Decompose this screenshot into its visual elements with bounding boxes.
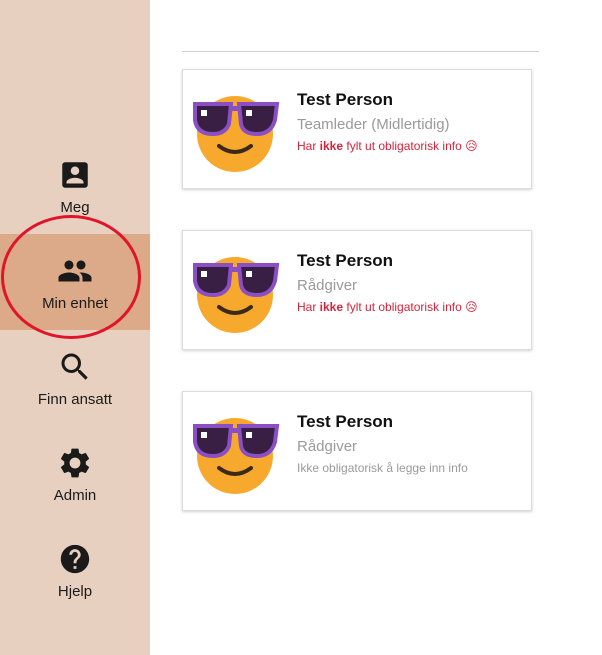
person-name: Test Person — [297, 412, 394, 431]
person-name: Test Person — [297, 251, 394, 270]
nav-label: Hjelp — [57, 582, 93, 600]
nav-item-meg[interactable]: Meg — [0, 138, 150, 234]
person-card[interactable]: Test Person Teamleder (Midlertidig) Har … — [182, 69, 532, 189]
nav-item-hjelp[interactable]: Hjelp — [0, 522, 150, 618]
person-role: Rådgiver — [297, 438, 358, 455]
nav-item-admin[interactable]: Admin — [0, 426, 150, 522]
search-icon — [57, 349, 93, 385]
nav-item-min-enhet[interactable]: Min enhet — [0, 234, 150, 330]
status-text: Har ikke fylt ut obligatorisk info 😥 — [297, 139, 478, 153]
sunglasses-emoji-avatar — [191, 82, 281, 172]
nav-item-finn-ansatt[interactable]: Finn ansatt — [0, 330, 150, 426]
status-text: Ikke obligatorisk å legge inn info — [297, 461, 468, 475]
status-text: Har ikke fylt ut obligatorisk info 😥 — [297, 300, 478, 314]
person-card[interactable]: Test Person Rådgiver Ikke obligatorisk å… — [182, 391, 532, 511]
sunglasses-emoji-avatar — [191, 243, 281, 333]
nav-label: Meg — [60, 198, 90, 216]
nav-label: Finn ansatt — [37, 390, 113, 408]
sad-emoji-icon: 😥 — [465, 139, 478, 153]
sad-emoji-icon: 😥 — [465, 300, 478, 314]
gear-icon — [57, 445, 93, 481]
sunglasses-emoji-avatar — [191, 404, 281, 494]
nav-label: Admin — [53, 486, 97, 504]
person-role: Teamleder (Midlertidig) — [297, 116, 450, 133]
nav-label: Min enhet — [42, 294, 108, 312]
person-name: Test Person — [297, 90, 394, 109]
sidebar: Meg Min enhet Finn ansatt Admin Hjelp — [0, 0, 150, 655]
person-role: Rådgiver — [297, 277, 358, 294]
help-circle-icon — [57, 541, 93, 577]
divider — [182, 51, 539, 52]
account-box-icon — [57, 157, 93, 193]
group-icon — [57, 253, 93, 289]
person-card[interactable]: Test Person Rådgiver Har ikke fylt ut ob… — [182, 230, 532, 350]
